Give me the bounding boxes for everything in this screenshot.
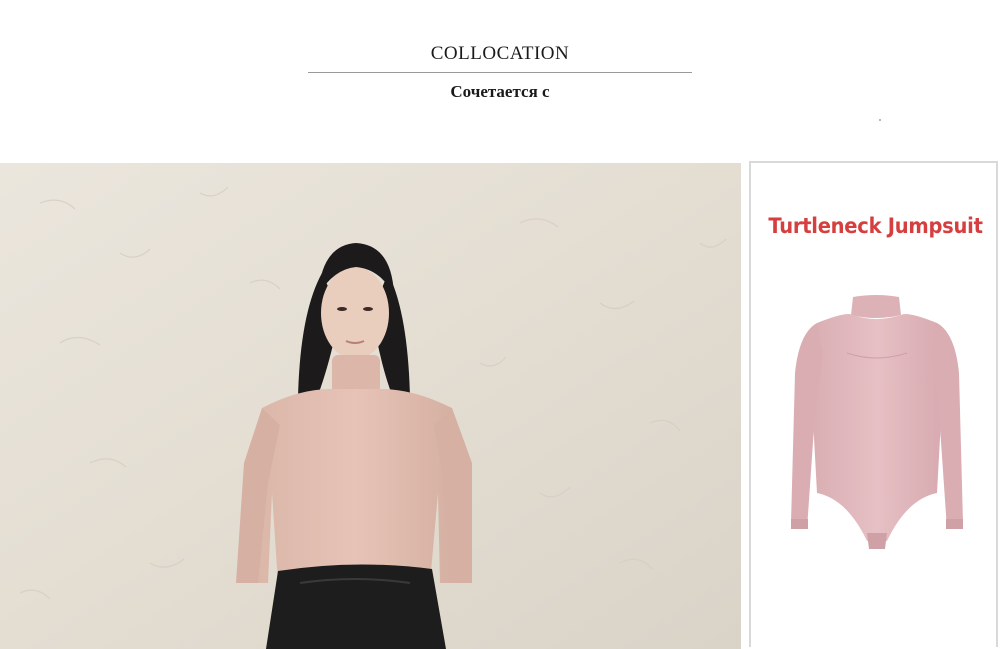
product-panel[interactable]: Turtleneck Jumpsuit: [749, 161, 998, 647]
model-wearing-turtleneck-image: [0, 163, 741, 649]
title-divider: [308, 72, 692, 73]
stray-dot: [879, 119, 881, 121]
turtleneck-bodysuit-image: [791, 295, 963, 549]
model-photo: [0, 163, 741, 649]
section-title: COLLOCATION: [430, 43, 570, 64]
product-label: Turtleneck Jumpsuit: [768, 214, 983, 238]
collocation-header: COLLOCATION Сочетается с: [0, 0, 1000, 160]
section-subtitle: Сочетается с: [450, 82, 550, 101]
